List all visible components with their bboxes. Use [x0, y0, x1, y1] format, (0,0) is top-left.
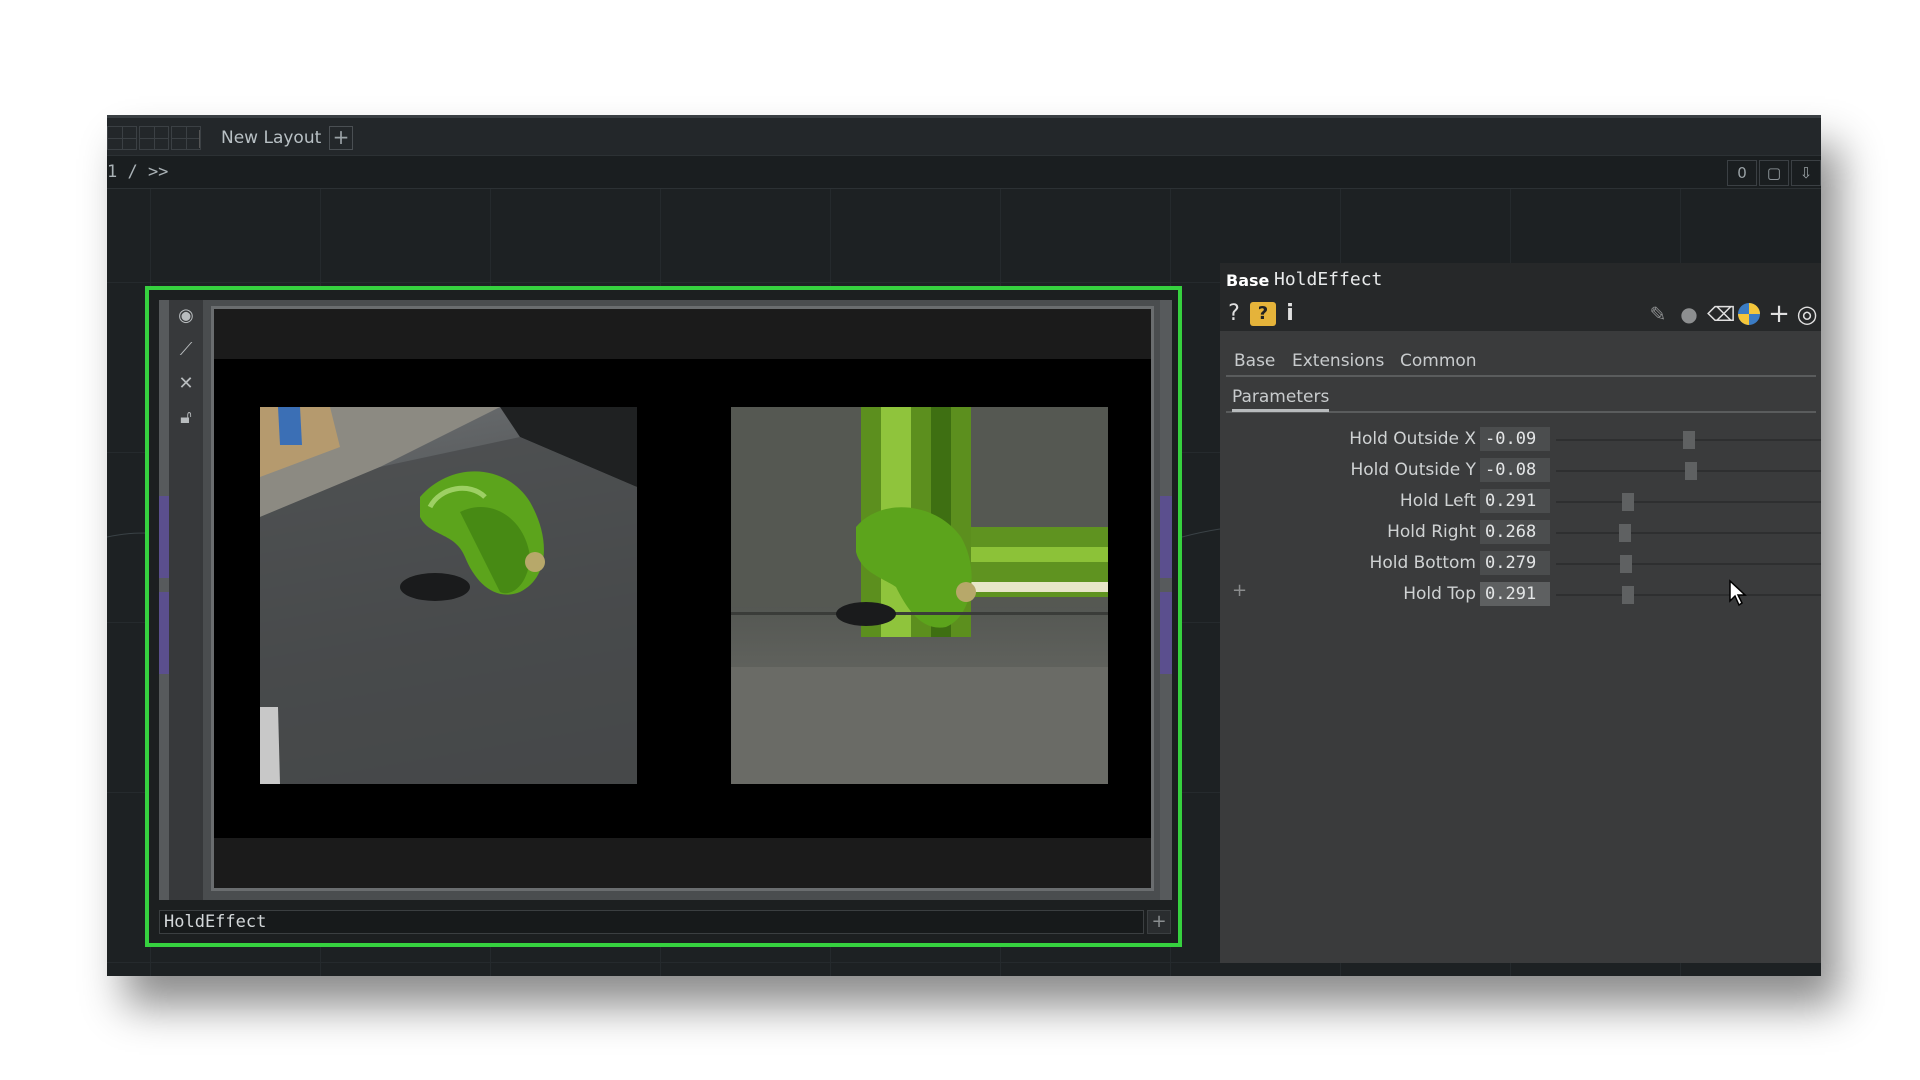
- input-connector-bar: [159, 300, 169, 900]
- output-connector[interactable]: [1160, 592, 1172, 674]
- counter-field[interactable]: 0: [1727, 160, 1757, 186]
- param-row-hold-outside-y: Hold Outside Y -0.08: [1220, 456, 1821, 484]
- path-bar-controls: 0 ▢ ⇩: [1725, 160, 1821, 186]
- viewer-toggle-icon[interactable]: ◉: [169, 301, 203, 331]
- python-icon[interactable]: [1736, 299, 1762, 329]
- parameter-subtabs: Parameters: [1226, 385, 1816, 413]
- param-value-field[interactable]: -0.08: [1480, 458, 1550, 482]
- param-slider[interactable]: [1556, 493, 1821, 511]
- param-label: Hold Outside X: [1349, 429, 1476, 449]
- node-add-button[interactable]: +: [1147, 910, 1171, 934]
- slider-handle[interactable]: [1683, 431, 1695, 449]
- layout-grid-3-icon[interactable]: [171, 126, 201, 150]
- layout-grid-1-icon[interactable]: [107, 126, 137, 150]
- output-connector-bar: [1160, 300, 1172, 900]
- param-row-hold-outside-x: Hold Outside X -0.09: [1220, 425, 1821, 453]
- add-icon[interactable]: +: [1766, 299, 1792, 329]
- param-row-hold-right: Hold Right 0.268: [1220, 518, 1821, 546]
- output-connector[interactable]: [1160, 496, 1172, 578]
- param-label: Hold Top: [1403, 584, 1476, 604]
- viewer-top-band: [214, 309, 1151, 359]
- operator-node[interactable]: ◉ ⟋ ✕ 🔓︎ HoldEffect +: [145, 286, 1182, 947]
- operator-help-icon[interactable]: ?: [1250, 302, 1276, 326]
- slider-handle[interactable]: [1622, 493, 1634, 511]
- viewer-bottom-band: [214, 838, 1151, 888]
- divider: [199, 130, 200, 148]
- param-slider[interactable]: [1556, 431, 1821, 449]
- operator-name[interactable]: HoldEffect: [1274, 269, 1382, 290]
- param-slider[interactable]: [1556, 586, 1821, 604]
- param-value-field[interactable]: 0.279: [1480, 551, 1550, 575]
- param-label: Hold Right: [1387, 522, 1476, 542]
- input-connector[interactable]: [159, 496, 169, 578]
- download-icon[interactable]: ⇩: [1791, 160, 1821, 186]
- tab-extensions[interactable]: Extensions: [1292, 347, 1384, 375]
- node-viewer[interactable]: [211, 306, 1154, 891]
- source-image-pepper: [260, 407, 637, 784]
- slider-handle[interactable]: [1685, 462, 1697, 480]
- param-value-field[interactable]: 0.268: [1480, 520, 1550, 544]
- param-label: Hold Bottom: [1369, 553, 1476, 573]
- node-viewer-area: ◉ ⟋ ✕ 🔓︎: [159, 300, 1172, 900]
- comment-icon[interactable]: ●: [1675, 299, 1703, 329]
- tab-common[interactable]: Common: [1400, 347, 1477, 375]
- slider-handle[interactable]: [1619, 524, 1631, 542]
- close-icon[interactable]: ✕: [169, 369, 203, 399]
- operator-type: Base: [1226, 271, 1270, 290]
- param-value-field[interactable]: -0.09: [1480, 427, 1550, 451]
- input-connector[interactable]: [159, 592, 169, 674]
- maximize-icon[interactable]: ▢: [1759, 160, 1789, 186]
- slider-handle[interactable]: [1622, 586, 1634, 604]
- tab-parameters[interactable]: Parameters: [1232, 385, 1330, 412]
- add-parameter-button[interactable]: +: [1232, 580, 1247, 601]
- param-slider[interactable]: [1556, 462, 1821, 480]
- param-value-field[interactable]: 0.291: [1480, 582, 1550, 606]
- top-bar: New Layout +: [107, 115, 1821, 155]
- network-path-bar: 1 / >> 0 ▢ ⇩: [107, 155, 1821, 189]
- app-window: New Layout + 1 / >> 0 ▢ ⇩ ◉ ⟋ ✕ 🔓︎ HoldE…: [107, 115, 1821, 976]
- parameter-page-tabs: Base Extensions Common: [1226, 347, 1816, 377]
- param-value-field[interactable]: 0.291: [1480, 489, 1550, 513]
- target-icon[interactable]: ◎: [1794, 299, 1820, 329]
- param-slider[interactable]: [1556, 555, 1821, 573]
- parameter-header: Base HoldEffect: [1220, 263, 1821, 297]
- eraser-icon[interactable]: ⌫: [1707, 299, 1735, 329]
- param-label: Hold Outside Y: [1350, 460, 1476, 480]
- param-slider[interactable]: [1556, 524, 1821, 542]
- param-label: Hold Left: [1399, 491, 1476, 511]
- param-row-hold-bottom: Hold Bottom 0.279: [1220, 549, 1821, 577]
- layout-grid-2-icon[interactable]: [139, 126, 169, 150]
- parameter-icon-row: ? ? i ✎ ● ⌫ + ◎: [1220, 297, 1821, 331]
- node-toolbar: ◉ ⟋ ✕ 🔓︎: [169, 300, 203, 900]
- mouse-cursor-icon: [1729, 579, 1747, 607]
- lock-icon[interactable]: 🔓︎: [169, 403, 203, 433]
- bypass-icon[interactable]: ⟋: [169, 335, 203, 365]
- pane-layout-buttons: [107, 126, 203, 150]
- slider-handle[interactable]: [1620, 555, 1632, 573]
- node-name-field[interactable]: HoldEffect: [159, 910, 1144, 934]
- layout-tab[interactable]: New Layout: [221, 126, 321, 150]
- add-layout-button[interactable]: +: [329, 126, 353, 150]
- network-path[interactable]: 1 / >>: [107, 162, 168, 182]
- output-image-hold-effect: [731, 407, 1108, 784]
- info-icon[interactable]: i: [1282, 299, 1298, 329]
- param-row-hold-left: Hold Left 0.291: [1220, 487, 1821, 515]
- tab-base[interactable]: Base: [1234, 347, 1275, 375]
- help-icon[interactable]: ?: [1224, 299, 1244, 329]
- pencil-icon[interactable]: ✎: [1645, 299, 1671, 329]
- parameter-panel: Base HoldEffect ? ? i ✎ ● ⌫ + ◎ Base Ext…: [1220, 263, 1821, 963]
- network-editor[interactable]: ◉ ⟋ ✕ 🔓︎ HoldEffect + Base HoldEffect ? …: [107, 189, 1821, 976]
